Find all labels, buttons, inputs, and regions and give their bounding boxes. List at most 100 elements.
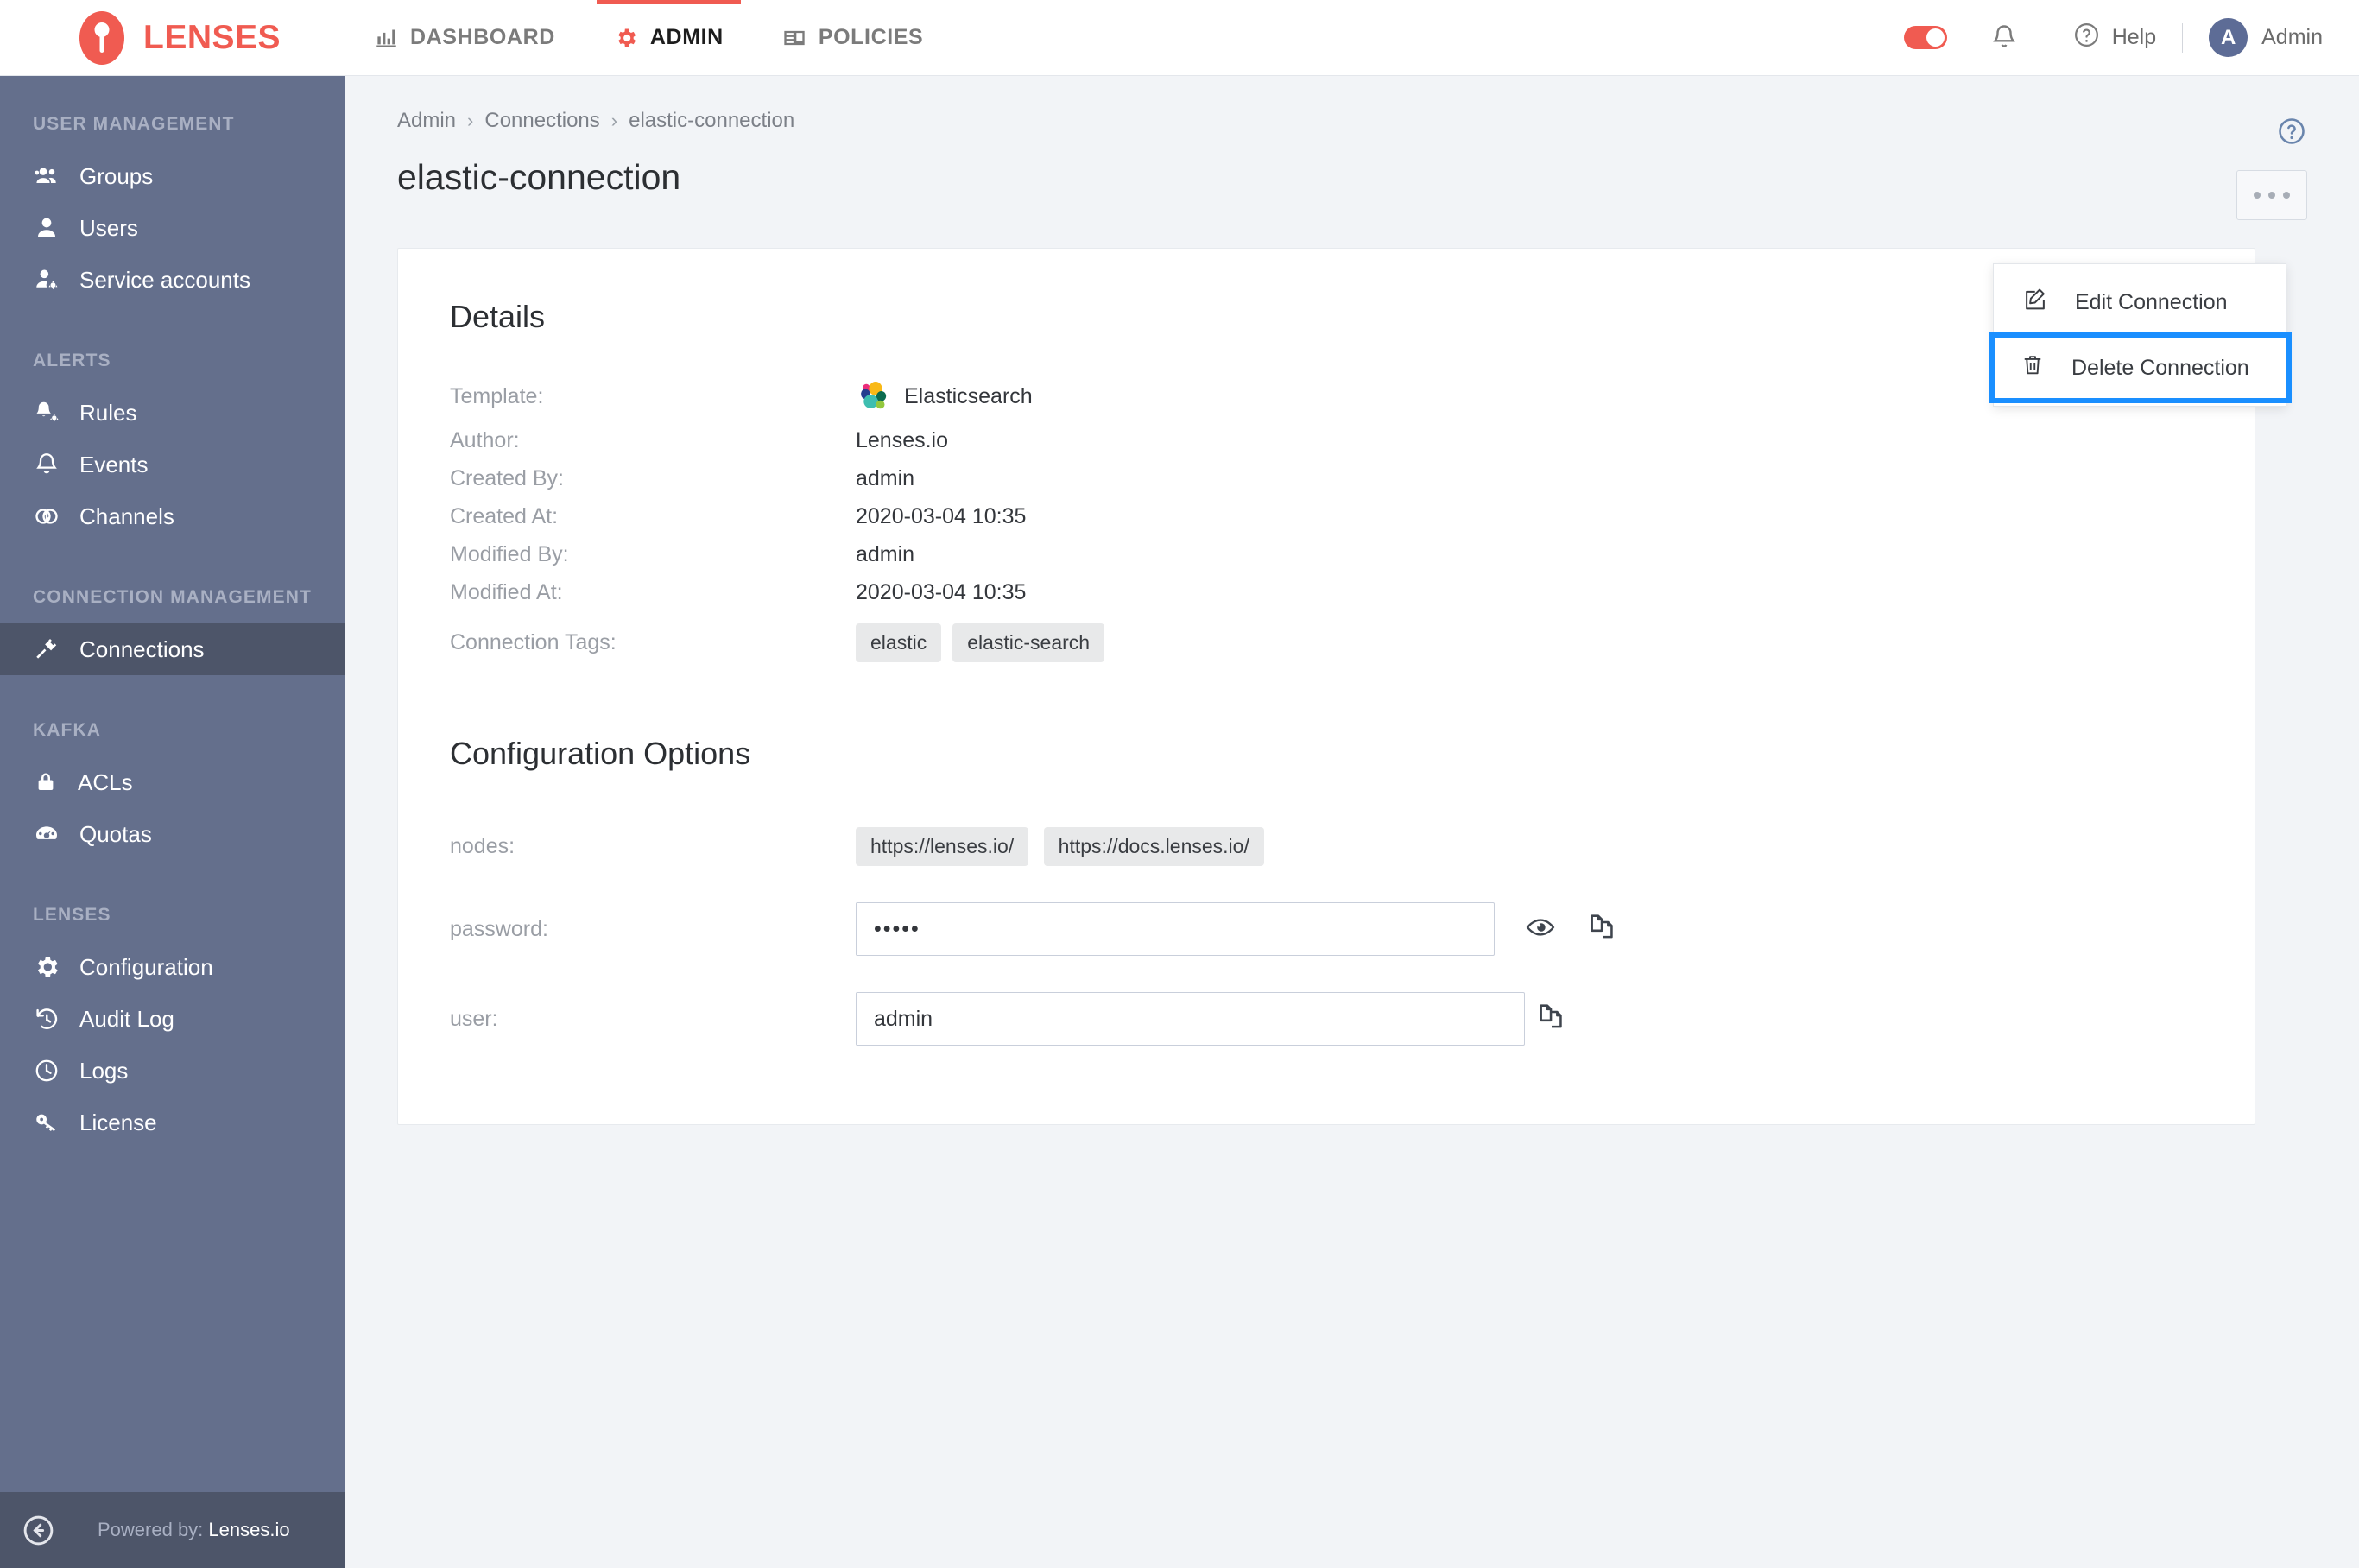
- sidebar-item-events[interactable]: Events: [0, 439, 345, 490]
- lock-icon: [33, 769, 59, 795]
- lenses-logo-icon: [79, 10, 124, 65]
- gear-icon: [614, 26, 638, 50]
- nav-item-dashboard[interactable]: DASHBOARD: [345, 0, 585, 76]
- sidebar-item-users[interactable]: Users: [0, 202, 345, 254]
- detail-label: Template:: [450, 383, 544, 408]
- sidebar-group-title-alerts: ALERTS: [33, 351, 111, 370]
- powered-by-name: Lenses.io: [208, 1519, 290, 1540]
- sidebar-item-groups[interactable]: Groups: [0, 150, 345, 202]
- avatar: A: [2209, 18, 2248, 57]
- page-title: elastic-connection: [397, 157, 681, 197]
- sidebar: USER MANAGEMENT Groups Users Service acc…: [0, 76, 345, 1568]
- arrow-circle-left-icon[interactable]: [21, 1513, 56, 1548]
- question-circle-icon[interactable]: [2276, 116, 2307, 151]
- detail-value: admin: [856, 465, 915, 490]
- menu-item-edit-connection[interactable]: Edit Connection: [1994, 269, 2286, 335]
- powered-by: Powered by: Lenses.io: [98, 1519, 290, 1541]
- sidebar-item-channels[interactable]: Channels: [0, 490, 345, 542]
- sidebar-item-rules[interactable]: Rules: [0, 387, 345, 439]
- sidebar-item-label: Service accounts: [79, 266, 250, 293]
- theme-toggle[interactable]: [1903, 26, 1947, 49]
- sidebar-item-connections[interactable]: Connections: [0, 623, 345, 675]
- sidebar-group-title-user-management: USER MANAGEMENT: [33, 114, 235, 134]
- nav-item-policies[interactable]: POLICIES: [753, 0, 953, 76]
- pencil-square-icon: [2021, 286, 2049, 319]
- user-field[interactable]: [856, 992, 1525, 1046]
- sidebar-footer: Powered by: Lenses.io: [0, 1492, 345, 1568]
- user-gear-icon: [33, 266, 60, 294]
- tag-chip: elastic: [856, 623, 942, 662]
- top-navigation-bar: LENSES DASHBOARD ADMIN POLICIES Help A A…: [0, 0, 2359, 76]
- detail-row-template: Template: Elasticsearch: [450, 371, 2203, 421]
- config-label: user:: [450, 1006, 498, 1031]
- sidebar-item-logs[interactable]: Logs: [0, 1045, 345, 1097]
- history-icon: [33, 1005, 60, 1033]
- detail-row-modified-at: Modified At: 2020-03-04 10:35: [450, 573, 2203, 611]
- config-row-password: password:: [450, 884, 2203, 974]
- clock-icon: [33, 1057, 60, 1084]
- brand-name: LENSES: [143, 18, 281, 56]
- channels-icon: [33, 503, 60, 530]
- detail-value: 2020-03-04 10:35: [856, 579, 1027, 604]
- divider: [2182, 22, 2184, 53]
- id-card-icon: [782, 26, 806, 50]
- sidebar-group-title-connection-management: CONNECTION MANAGEMENT: [33, 587, 312, 607]
- detail-row-created-by: Created By: admin: [450, 459, 2203, 497]
- nav-label: DASHBOARD: [410, 25, 555, 49]
- connection-tags: elastic elastic-search: [856, 623, 1116, 662]
- node-chip: https://docs.lenses.io/: [1043, 826, 1264, 866]
- actions-menu-button[interactable]: [2236, 170, 2307, 220]
- chart-bar-icon: [375, 26, 398, 49]
- tag-chip: elastic-search: [952, 623, 1105, 662]
- detail-value: Elasticsearch: [856, 379, 1033, 414]
- configuration-section-title: Configuration Options: [450, 736, 751, 771]
- detail-row-connection-tags: Connection Tags: elastic elastic-search: [450, 611, 2203, 673]
- detail-label: Created At:: [450, 503, 559, 528]
- breadcrumb-item-connections[interactable]: Connections: [484, 109, 599, 133]
- actions-dropdown-menu: Edit Connection Delete Connection: [1989, 263, 2292, 407]
- bell-icon: [33, 451, 60, 478]
- trash-icon: [2020, 352, 2046, 384]
- users-group-icon: [33, 162, 60, 190]
- sidebar-item-acls[interactable]: ACLs: [0, 756, 345, 808]
- page-header: elastic-connection: [397, 118, 2307, 220]
- brand-logo[interactable]: LENSES: [0, 10, 345, 65]
- sidebar-item-quotas[interactable]: Quotas: [0, 808, 345, 860]
- breadcrumb: Admin › Connections › elastic-connection: [397, 76, 2307, 133]
- copy-icon[interactable]: [1535, 1001, 1568, 1038]
- config-label: password:: [450, 916, 548, 941]
- help-button[interactable]: Help: [2072, 21, 2156, 55]
- detail-value: admin: [856, 541, 915, 566]
- password-field[interactable]: [856, 902, 1495, 956]
- breadcrumb-separator: ›: [610, 110, 618, 131]
- detail-label: Author:: [450, 427, 520, 452]
- node-chip: https://lenses.io/: [856, 826, 1029, 866]
- detail-label: Created By:: [450, 465, 565, 490]
- breadcrumb-item-admin[interactable]: Admin: [397, 109, 456, 133]
- sidebar-item-service-accounts[interactable]: Service accounts: [0, 254, 345, 306]
- sidebar-item-license[interactable]: License: [0, 1097, 345, 1148]
- page-header-actions: [2236, 118, 2307, 220]
- nav-item-admin[interactable]: ADMIN: [585, 0, 753, 76]
- user-name: Admin: [2261, 25, 2323, 49]
- eye-icon[interactable]: [1524, 911, 1557, 948]
- user-icon: [33, 214, 60, 242]
- question-circle-icon: [2072, 21, 2101, 55]
- sidebar-group-title-lenses: LENSES: [33, 905, 111, 925]
- sidebar-item-configuration[interactable]: Configuration: [0, 941, 345, 993]
- menu-item-delete-connection[interactable]: Delete Connection: [1989, 332, 2292, 403]
- sidebar-item-label: Channels: [79, 503, 174, 529]
- copy-icon[interactable]: [1586, 911, 1619, 948]
- elasticsearch-logo-icon: [856, 379, 890, 414]
- nav-label: ADMIN: [649, 25, 724, 49]
- sidebar-nav: USER MANAGEMENT Groups Users Service acc…: [0, 76, 345, 1492]
- sidebar-item-audit-log[interactable]: Audit Log: [0, 993, 345, 1045]
- notifications-button[interactable]: [1989, 22, 2020, 54]
- user-menu[interactable]: A Admin: [2209, 18, 2323, 57]
- top-right-controls: Help A Admin: [1903, 18, 2359, 57]
- breadcrumb-separator: ›: [467, 110, 474, 131]
- gear-icon: [33, 953, 60, 981]
- kebab-dot: [2283, 192, 2290, 199]
- details-section-title: Details: [450, 299, 546, 334]
